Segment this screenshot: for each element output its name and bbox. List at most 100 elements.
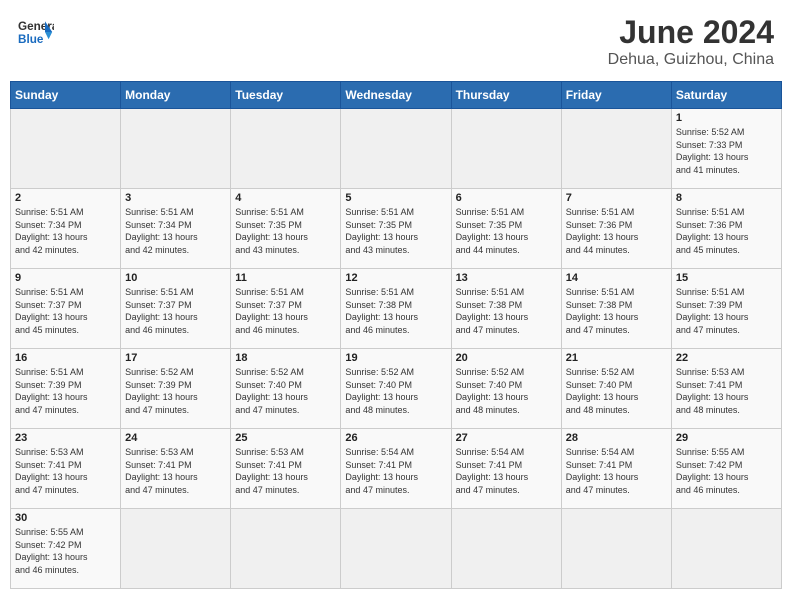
day-number: 13 (456, 272, 557, 284)
calendar-cell: 24 Sunrise: 5:53 AM Sunset: 7:41 PM Dayli… (121, 429, 231, 509)
day-number: 29 (676, 432, 777, 444)
day-info: Sunrise: 5:51 AM Sunset: 7:35 PM Dayligh… (345, 206, 446, 256)
day-number: 28 (566, 432, 667, 444)
weekday-tuesday: Tuesday (231, 82, 341, 109)
day-info: Sunrise: 5:51 AM Sunset: 7:34 PM Dayligh… (125, 206, 226, 256)
day-info: Sunrise: 5:52 AM Sunset: 7:40 PM Dayligh… (235, 366, 336, 416)
day-number: 22 (676, 352, 777, 364)
calendar-cell: 5 Sunrise: 5:51 AM Sunset: 7:35 PM Daylig… (341, 189, 451, 269)
calendar-cell: 8Sunrise: 5:51 AM Sunset: 7:36 PM Daylig… (671, 189, 781, 269)
calendar-cell (121, 109, 231, 189)
day-info: Sunrise: 5:53 AM Sunset: 7:41 PM Dayligh… (125, 446, 226, 496)
calendar-week-2: 9 Sunrise: 5:51 AM Sunset: 7:37 PM Daylig… (11, 269, 782, 349)
logo-icon: General Blue (18, 14, 54, 50)
calendar-week-3: 16 Sunrise: 5:51 AM Sunset: 7:39 PM Dayli… (11, 349, 782, 429)
calendar-cell: 19Sunrise: 5:52 AM Sunset: 7:40 PM Dayli… (341, 349, 451, 429)
day-number: 30 (15, 512, 116, 524)
weekday-header-row: SundayMondayTuesdayWednesdayThursdayFrid… (11, 82, 782, 109)
day-info: Sunrise: 5:54 AM Sunset: 7:41 PM Dayligh… (456, 446, 557, 496)
calendar-cell: 10 Sunrise: 5:51 AM Sunset: 7:37 PM Dayli… (121, 269, 231, 349)
calendar-week-5: 30Sunrise: 5:55 AM Sunset: 7:42 PM Dayli… (11, 509, 782, 589)
day-number: 21 (566, 352, 667, 364)
day-info: Sunrise: 5:52 AM Sunset: 7:33 PM Dayligh… (676, 126, 777, 176)
day-info: Sunrise: 5:51 AM Sunset: 7:38 PM Dayligh… (566, 286, 667, 336)
day-number: 23 (15, 432, 116, 444)
day-info: Sunrise: 5:51 AM Sunset: 7:37 PM Dayligh… (125, 286, 226, 336)
weekday-monday: Monday (121, 82, 231, 109)
calendar-week-4: 23 Sunrise: 5:53 AM Sunset: 7:41 PM Dayli… (11, 429, 782, 509)
day-number: 20 (456, 352, 557, 364)
calendar-cell: 17 Sunrise: 5:52 AM Sunset: 7:39 PM Dayli… (121, 349, 231, 429)
day-info: Sunrise: 5:51 AM Sunset: 7:36 PM Dayligh… (566, 206, 667, 256)
day-info: Sunrise: 5:51 AM Sunset: 7:39 PM Dayligh… (676, 286, 777, 336)
calendar-cell (561, 109, 671, 189)
day-number: 10 (125, 272, 226, 284)
day-number: 16 (15, 352, 116, 364)
day-info: Sunrise: 5:51 AM Sunset: 7:38 PM Dayligh… (456, 286, 557, 336)
day-number: 18 (235, 352, 336, 364)
day-number: 25 (235, 432, 336, 444)
day-number: 2 (15, 192, 116, 204)
day-number: 8 (676, 192, 777, 204)
day-info: Sunrise: 5:52 AM Sunset: 7:39 PM Dayligh… (125, 366, 226, 416)
weekday-saturday: Saturday (671, 82, 781, 109)
page-header: General Blue June 2024 Dehua, Guizhou, C… (10, 10, 782, 73)
month-title: June 2024 (608, 14, 774, 51)
calendar-cell (121, 509, 231, 589)
calendar-week-0: 1 Sunrise: 5:52 AM Sunset: 7:33 PM Daylig… (11, 109, 782, 189)
day-number: 17 (125, 352, 226, 364)
calendar-cell: 18 Sunrise: 5:52 AM Sunset: 7:40 PM Dayli… (231, 349, 341, 429)
weekday-thursday: Thursday (451, 82, 561, 109)
day-info: Sunrise: 5:52 AM Sunset: 7:40 PM Dayligh… (456, 366, 557, 416)
calendar-cell: 29Sunrise: 5:55 AM Sunset: 7:42 PM Dayli… (671, 429, 781, 509)
calendar-cell: 15Sunrise: 5:51 AM Sunset: 7:39 PM Dayli… (671, 269, 781, 349)
day-number: 3 (125, 192, 226, 204)
day-info: Sunrise: 5:54 AM Sunset: 7:41 PM Dayligh… (566, 446, 667, 496)
calendar-cell: 2 Sunrise: 5:51 AM Sunset: 7:34 PM Daylig… (11, 189, 121, 269)
day-number: 14 (566, 272, 667, 284)
weekday-friday: Friday (561, 82, 671, 109)
day-info: Sunrise: 5:53 AM Sunset: 7:41 PM Dayligh… (676, 366, 777, 416)
day-info: Sunrise: 5:51 AM Sunset: 7:38 PM Dayligh… (345, 286, 446, 336)
day-number: 26 (345, 432, 446, 444)
day-number: 19 (345, 352, 446, 364)
day-info: Sunrise: 5:51 AM Sunset: 7:39 PM Dayligh… (15, 366, 116, 416)
day-number: 1 (676, 112, 777, 124)
day-info: Sunrise: 5:51 AM Sunset: 7:34 PM Dayligh… (15, 206, 116, 256)
calendar-cell (341, 509, 451, 589)
day-info: Sunrise: 5:51 AM Sunset: 7:37 PM Dayligh… (15, 286, 116, 336)
logo: General Blue (18, 14, 54, 50)
day-number: 9 (15, 272, 116, 284)
day-number: 12 (345, 272, 446, 284)
day-number: 7 (566, 192, 667, 204)
day-info: Sunrise: 5:51 AM Sunset: 7:37 PM Dayligh… (235, 286, 336, 336)
calendar-cell: 12 Sunrise: 5:51 AM Sunset: 7:38 PM Dayli… (341, 269, 451, 349)
calendar-cell: 14 Sunrise: 5:51 AM Sunset: 7:38 PM Dayli… (561, 269, 671, 349)
calendar-cell: 3 Sunrise: 5:51 AM Sunset: 7:34 PM Daylig… (121, 189, 231, 269)
calendar-cell: 22 Sunrise: 5:53 AM Sunset: 7:41 PM Dayli… (671, 349, 781, 429)
day-number: 4 (235, 192, 336, 204)
weekday-sunday: Sunday (11, 82, 121, 109)
day-info: Sunrise: 5:51 AM Sunset: 7:35 PM Dayligh… (235, 206, 336, 256)
calendar-body: 1 Sunrise: 5:52 AM Sunset: 7:33 PM Daylig… (11, 109, 782, 589)
calendar-cell: 20 Sunrise: 5:52 AM Sunset: 7:40 PM Dayli… (451, 349, 561, 429)
calendar-cell (231, 509, 341, 589)
calendar-cell: 30Sunrise: 5:55 AM Sunset: 7:42 PM Dayli… (11, 509, 121, 589)
day-number: 27 (456, 432, 557, 444)
day-number: 11 (235, 272, 336, 284)
calendar-cell: 4 Sunrise: 5:51 AM Sunset: 7:35 PM Daylig… (231, 189, 341, 269)
calendar-cell (341, 109, 451, 189)
day-number: 5 (345, 192, 446, 204)
day-info: Sunrise: 5:54 AM Sunset: 7:41 PM Dayligh… (345, 446, 446, 496)
day-number: 24 (125, 432, 226, 444)
location: Dehua, Guizhou, China (608, 51, 774, 69)
calendar-cell: 9 Sunrise: 5:51 AM Sunset: 7:37 PM Daylig… (11, 269, 121, 349)
calendar-cell: 21 Sunrise: 5:52 AM Sunset: 7:40 PM Dayli… (561, 349, 671, 429)
calendar-table: SundayMondayTuesdayWednesdayThursdayFrid… (10, 81, 782, 589)
day-info: Sunrise: 5:52 AM Sunset: 7:40 PM Dayligh… (566, 366, 667, 416)
weekday-wednesday: Wednesday (341, 82, 451, 109)
calendar-cell: 25Sunrise: 5:53 AM Sunset: 7:41 PM Dayli… (231, 429, 341, 509)
day-info: Sunrise: 5:51 AM Sunset: 7:35 PM Dayligh… (456, 206, 557, 256)
calendar-cell (561, 509, 671, 589)
calendar-cell: 27 Sunrise: 5:54 AM Sunset: 7:41 PM Dayli… (451, 429, 561, 509)
